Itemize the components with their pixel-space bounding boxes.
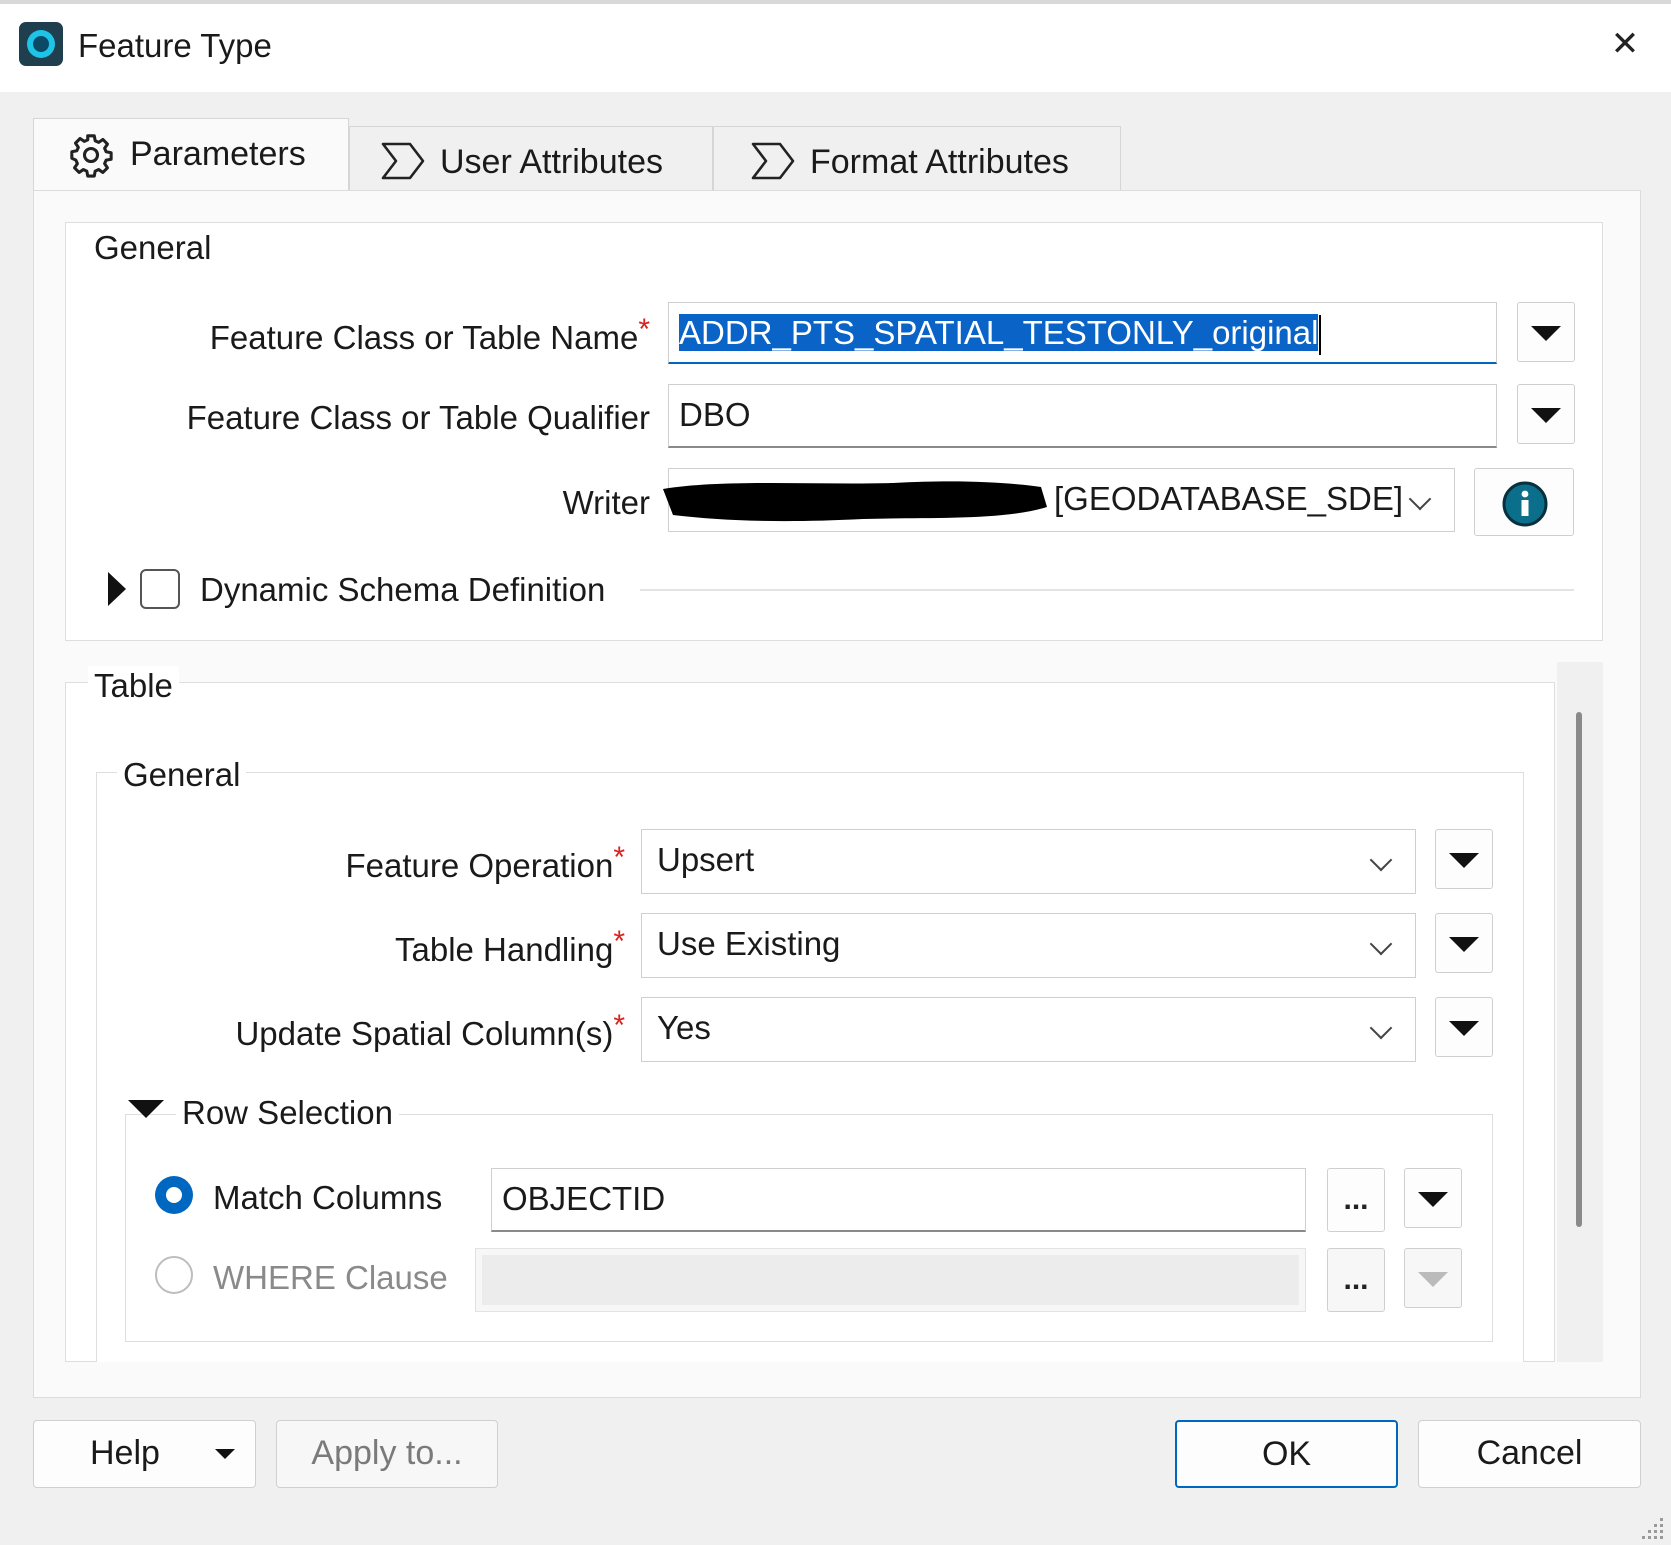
feature-operation-menu-button[interactable] (1435, 829, 1493, 889)
writer-label: Writer (562, 484, 650, 521)
chevron-down-icon (1369, 848, 1393, 872)
writer-value: [GEODATABASE_SDE] (1054, 480, 1404, 517)
triangle-down-icon (1418, 1272, 1448, 1287)
app-icon (19, 22, 63, 66)
window-title: Feature Type (78, 27, 272, 64)
triangle-down-icon (1449, 1021, 1479, 1036)
required-marker: * (613, 841, 625, 874)
feature-class-name-input[interactable]: ADDR_PTS_SPATIAL_TESTONLY_original (668, 302, 1497, 364)
writer-select[interactable]: [GEODATABASE_SDE] (663, 468, 1455, 532)
triangle-down-icon (1531, 326, 1561, 341)
required-marker: * (638, 313, 650, 346)
dynamic-schema-separator (640, 589, 1574, 591)
update-spatial-select[interactable]: Yes (641, 997, 1416, 1062)
where-clause-input-inner (482, 1255, 1299, 1305)
chevron-down-icon (1369, 932, 1393, 956)
feature-operation-label: Feature Operation* (345, 841, 625, 885)
cancel-button[interactable]: Cancel (1418, 1420, 1641, 1488)
match-columns-radio[interactable] (155, 1176, 193, 1214)
where-clause-browse-button[interactable]: ... (1327, 1248, 1385, 1312)
table-handling-menu-button[interactable] (1435, 913, 1493, 973)
required-marker: * (613, 925, 625, 958)
where-clause-input[interactable] (475, 1248, 1306, 1312)
update-spatial-menu-button[interactable] (1435, 997, 1493, 1057)
feature-class-name-label: Feature Class or Table Name* (209, 313, 650, 357)
where-clause-label: WHERE Clause (213, 1259, 448, 1296)
triangle-down-icon (1531, 408, 1561, 423)
where-clause-menu-button[interactable] (1404, 1248, 1462, 1308)
tab-format-attributes-label: Format Attributes (810, 143, 1069, 181)
info-icon (1502, 481, 1548, 527)
triangle-down-icon (1449, 853, 1479, 868)
where-clause-radio[interactable] (155, 1256, 193, 1294)
tab-user-attributes[interactable]: User Attributes (349, 126, 713, 196)
dynamic-schema-checkbox[interactable] (140, 569, 180, 609)
writer-info-button[interactable] (1474, 468, 1574, 536)
selected-text: ADDR_PTS_SPATIAL_TESTONLY_original (679, 314, 1319, 351)
match-columns-label: Match Columns (213, 1179, 443, 1216)
feature-operation-select[interactable]: Upsert (641, 829, 1416, 894)
update-spatial-label: Update Spatial Column(s)* (235, 1009, 625, 1053)
scrollbar-thumb[interactable] (1576, 712, 1582, 1227)
expand-triangle-icon[interactable] (108, 572, 126, 606)
help-button[interactable]: Help (33, 1420, 256, 1488)
dynamic-schema-label: Dynamic Schema Definition (200, 571, 606, 608)
triangle-down-icon (1418, 1192, 1448, 1207)
ok-button[interactable]: OK (1175, 1420, 1398, 1488)
qualifier-label: Feature Class or Table Qualifier (186, 399, 650, 436)
dropdown-arrow-icon[interactable] (215, 1449, 235, 1459)
collapse-triangle-icon[interactable] (128, 1100, 164, 1118)
tab-user-attributes-label: User Attributes (440, 143, 663, 181)
table-handling-label: Table Handling* (394, 925, 625, 969)
chevron-down-icon (1408, 487, 1432, 511)
feature-class-name-menu-button[interactable] (1517, 302, 1575, 362)
table-group-title: Table (88, 666, 179, 706)
table-handling-value: Use Existing (657, 925, 841, 962)
sigma-icon (381, 142, 425, 180)
match-columns-input[interactable]: OBJECTID (491, 1168, 1306, 1232)
close-icon[interactable]: ✕ (1605, 24, 1645, 64)
apply-to-button[interactable]: Apply to... (276, 1420, 498, 1488)
triangle-down-icon (1449, 937, 1479, 952)
required-marker: * (613, 1009, 625, 1042)
redaction-mark (663, 481, 1047, 522)
sigma-icon (751, 142, 795, 180)
table-handling-select[interactable]: Use Existing (641, 913, 1416, 978)
feature-operation-value: Upsert (657, 841, 755, 878)
match-columns-browse-button[interactable]: ... (1327, 1168, 1385, 1232)
tab-parameters-label: Parameters (130, 135, 306, 173)
table-general-title: General (117, 755, 247, 795)
qualifier-input[interactable]: DBO (668, 384, 1497, 448)
text-caret (1319, 315, 1322, 356)
chevron-down-icon (1369, 1016, 1393, 1040)
gear-icon (70, 134, 113, 178)
resize-grip-icon[interactable] (1642, 1516, 1666, 1540)
tab-format-attributes[interactable]: Format Attributes (713, 126, 1121, 196)
qualifier-menu-button[interactable] (1517, 384, 1575, 444)
help-button-label: Help (90, 1434, 160, 1472)
tab-parameters[interactable]: Parameters (33, 118, 349, 193)
update-spatial-value: Yes (657, 1009, 711, 1046)
general-group-title: General (88, 228, 218, 268)
match-columns-menu-button[interactable] (1404, 1168, 1462, 1228)
row-selection-title: Row Selection (176, 1093, 399, 1133)
